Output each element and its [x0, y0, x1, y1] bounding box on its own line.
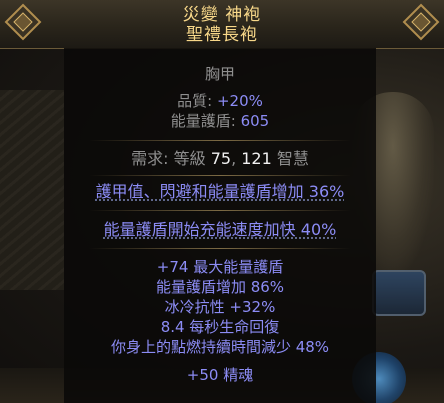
- explicit-modifier: +74 最大能量護盾: [156, 258, 284, 276]
- req-level-label: 等級: [173, 149, 206, 168]
- item-tooltip-header: 災變 神袍 聖禮長袍: [0, 0, 444, 49]
- divider: [89, 248, 351, 249]
- enchant-modifier-text: 護甲值、閃避和能量護盾增加 36%: [95, 182, 345, 201]
- item-tooltip-body: 胸甲 品質: +20% 能量護盾: 605 需求: 等級 75, 121 智慧 …: [64, 48, 376, 403]
- quality-value: +20%: [216, 92, 263, 110]
- req-int-label: 智慧: [276, 149, 309, 168]
- req-separator: ,: [231, 149, 242, 168]
- implicit-modifier: 能量護盾開始充能速度加快 40%: [64, 220, 376, 239]
- energy-shield-label: 能量護盾:: [170, 112, 241, 130]
- explicit-modifier: 8.4 每秒生命回復: [160, 318, 280, 336]
- enchant-modifier: 護甲值、閃避和能量護盾增加 36%: [64, 182, 376, 201]
- header-ornament-icon: [402, 3, 440, 41]
- divider: [89, 175, 351, 176]
- explicit-modifier: 能量護盾增加 86%: [155, 278, 285, 296]
- req-int-value: 121: [241, 149, 272, 168]
- explicit-modifier: 冰冷抗性 +32%: [164, 298, 276, 316]
- energy-shield-value: 605: [240, 112, 270, 130]
- item-base-type: 聖禮長袍: [186, 25, 258, 45]
- divider: [89, 210, 351, 211]
- implicit-modifier-text: 能量護盾開始充能速度加快 40%: [103, 220, 337, 239]
- explicit-modifier: +50 精魂: [186, 366, 254, 384]
- item-class: 胸甲: [204, 65, 235, 83]
- req-label: 需求:: [131, 149, 174, 168]
- explicit-modifier: 你身上的點燃持續時間減少 48%: [110, 338, 330, 356]
- req-level-value: 75: [210, 149, 232, 168]
- requirements-row: 需求: 等級 75, 121 智慧: [64, 149, 376, 168]
- quality-label: 品質:: [177, 92, 217, 110]
- energy-shield-row: 能量護盾: 605: [64, 112, 376, 131]
- divider: [89, 140, 351, 141]
- quality-row: 品質: +20%: [64, 92, 376, 111]
- item-tooltip: 災變 神袍 聖禮長袍 胸甲 品質: +20% 能量護盾: 605 需求: 等級 …: [0, 0, 444, 403]
- item-name: 災變 神袍: [182, 5, 262, 25]
